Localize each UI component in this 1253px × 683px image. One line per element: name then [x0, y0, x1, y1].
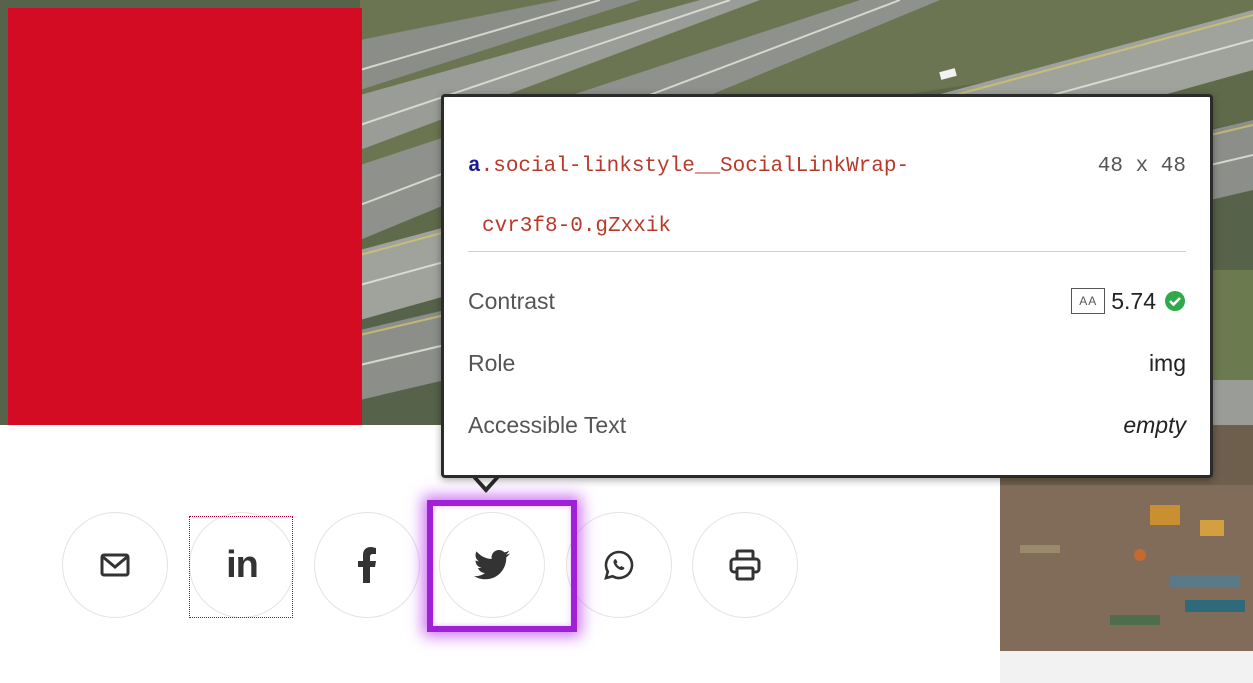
contrast-value-group: AA 5.74	[1071, 288, 1186, 315]
twitter-icon	[474, 550, 510, 580]
share-linkedin-link[interactable]: in	[189, 512, 295, 618]
role-row: Role img	[468, 343, 1186, 383]
brand-red-panel	[8, 8, 362, 425]
aa-badge-icon: AA	[1071, 288, 1106, 314]
contrast-label: Contrast	[468, 287, 555, 314]
selector-class-line1: .social-linkstyle__SocialLinkWrap-	[480, 155, 910, 178]
selector-class-line2: cvr3f8-0.gZxxik	[482, 215, 672, 238]
check-circle-icon	[1165, 291, 1185, 311]
print-icon	[729, 549, 761, 581]
accessible-text-row: Accessible Text empty	[468, 405, 1186, 445]
selector-tag: a	[468, 155, 481, 178]
contrast-row: Contrast AA 5.74	[468, 281, 1186, 321]
content-panel	[1000, 651, 1253, 683]
share-twitter-link[interactable]	[439, 512, 545, 618]
share-email-link[interactable]	[62, 512, 168, 618]
element-selector: a.social-linkstyle__SocialLinkWrap- cvr3…	[468, 137, 1038, 257]
print-link[interactable]	[692, 512, 798, 618]
tooltip-divider	[468, 251, 1186, 252]
accessible-text-value: empty	[1123, 411, 1186, 438]
role-label: Role	[468, 349, 516, 376]
contrast-value: 5.74	[1111, 287, 1156, 314]
share-facebook-link[interactable]	[314, 512, 420, 618]
element-dimensions: 48 x 48	[1097, 155, 1186, 178]
linkedin-icon: in	[226, 543, 259, 586]
whatsapp-icon	[604, 550, 634, 580]
mail-icon	[100, 553, 130, 577]
facebook-icon	[358, 547, 376, 583]
role-value: img	[1148, 349, 1186, 376]
accessible-text-label: Accessible Text	[468, 411, 627, 438]
share-whatsapp-link[interactable]	[566, 512, 672, 618]
social-share-bar: in	[0, 512, 1000, 622]
inspect-tooltip: a.social-linkstyle__SocialLinkWrap- cvr3…	[441, 94, 1213, 478]
